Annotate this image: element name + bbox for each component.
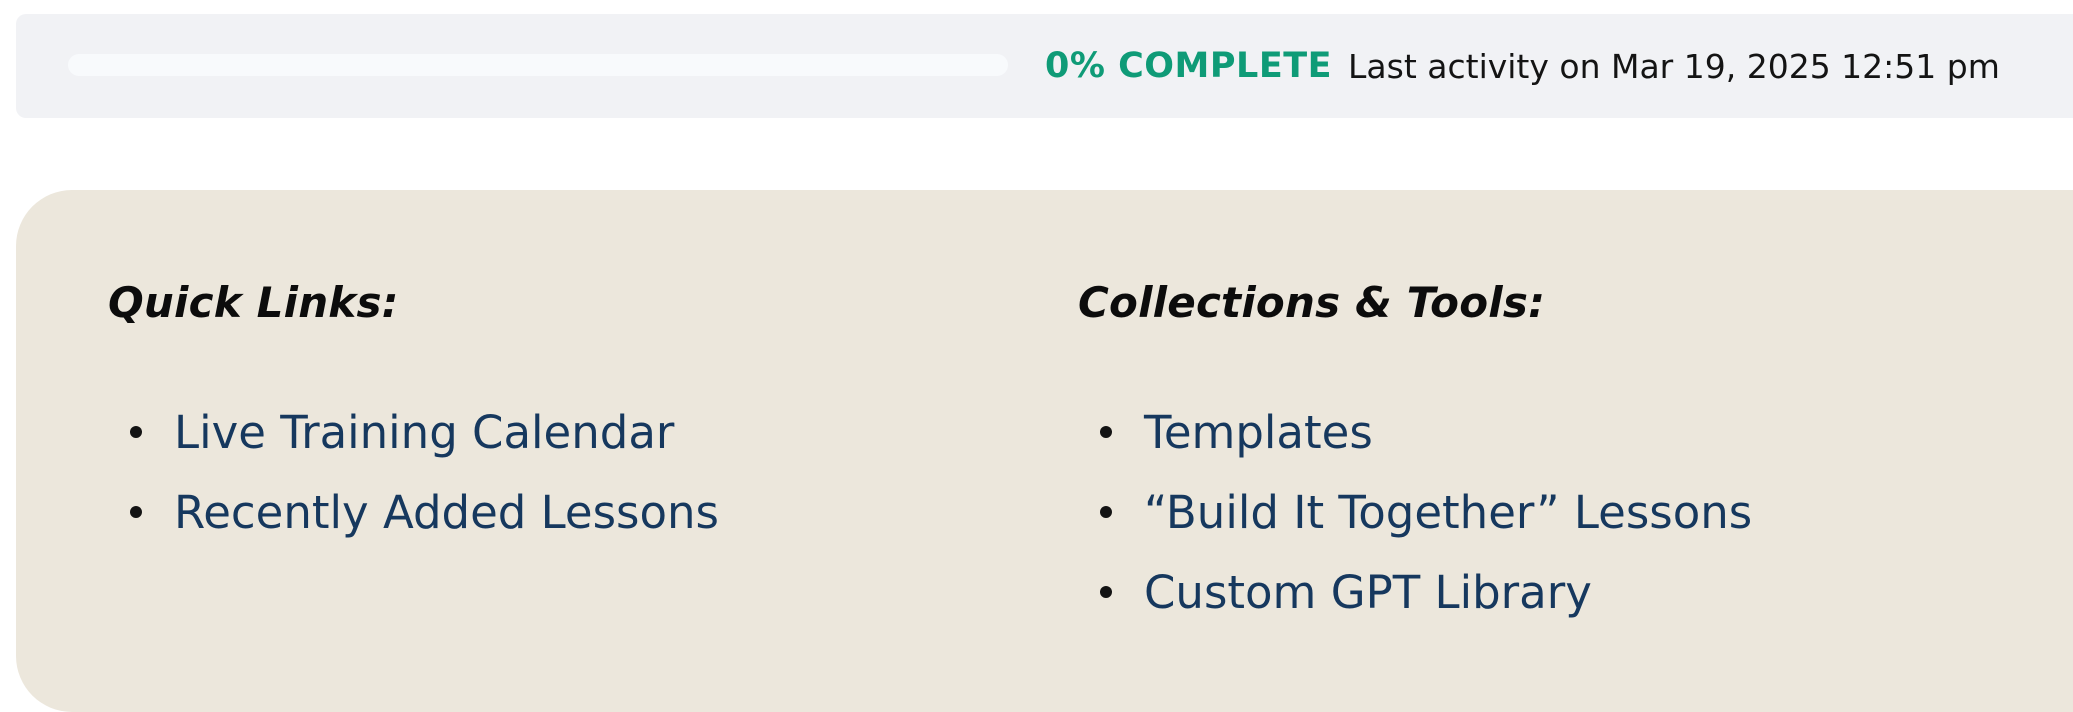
bullet-icon [1100,586,1112,598]
list-item: Custom GPT Library [1078,552,1752,632]
collections-tools-section: Collections & Tools: Templates “Build It… [1078,278,1752,632]
recently-added-lessons-link[interactable]: Recently Added Lessons [174,486,719,539]
templates-link[interactable]: Templates [1144,406,1373,459]
custom-gpt-library-link[interactable]: Custom GPT Library [1144,566,1592,619]
bullet-icon [1100,506,1112,518]
progress-track [68,54,1008,76]
collections-tools-list: Templates “Build It Together” Lessons Cu… [1078,392,1752,632]
quick-links-heading: Quick Links: [108,278,399,327]
quick-links-section: Quick Links: Live Training Calendar Rece… [108,278,719,552]
list-item: Templates [1078,392,1752,472]
list-item: Recently Added Lessons [108,472,719,552]
last-activity-text: Last activity on Mar 19, 2025 12:51 pm [1348,46,2000,86]
live-training-calendar-link[interactable]: Live Training Calendar [174,406,674,459]
bullet-icon [130,506,142,518]
list-item: Live Training Calendar [108,392,719,472]
bullet-icon [1100,426,1112,438]
progress-percent-label: 0% COMPLETE [1045,46,1333,86]
collections-tools-heading: Collections & Tools: [1078,278,1546,327]
list-item: “Build It Together” Lessons [1078,472,1752,552]
quick-links-list: Live Training Calendar Recently Added Le… [108,392,719,552]
bullet-icon [130,426,142,438]
course-progress-bar: 0% COMPLETE Last activity on Mar 19, 202… [16,14,2073,118]
progress-status: 0% COMPLETE Last activity on Mar 19, 202… [1045,46,2000,86]
links-panel: Quick Links: Live Training Calendar Rece… [16,190,2073,712]
build-it-together-lessons-link[interactable]: “Build It Together” Lessons [1144,486,1752,539]
